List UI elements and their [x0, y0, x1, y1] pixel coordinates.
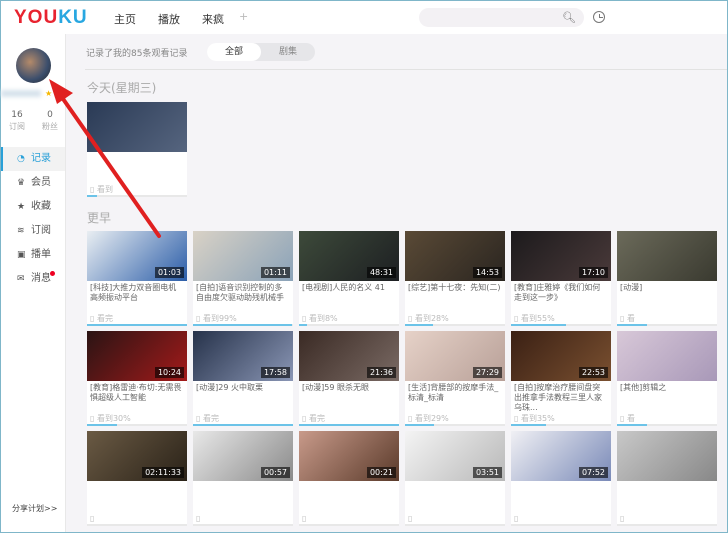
- red-arrow-annotation: [49, 79, 161, 238]
